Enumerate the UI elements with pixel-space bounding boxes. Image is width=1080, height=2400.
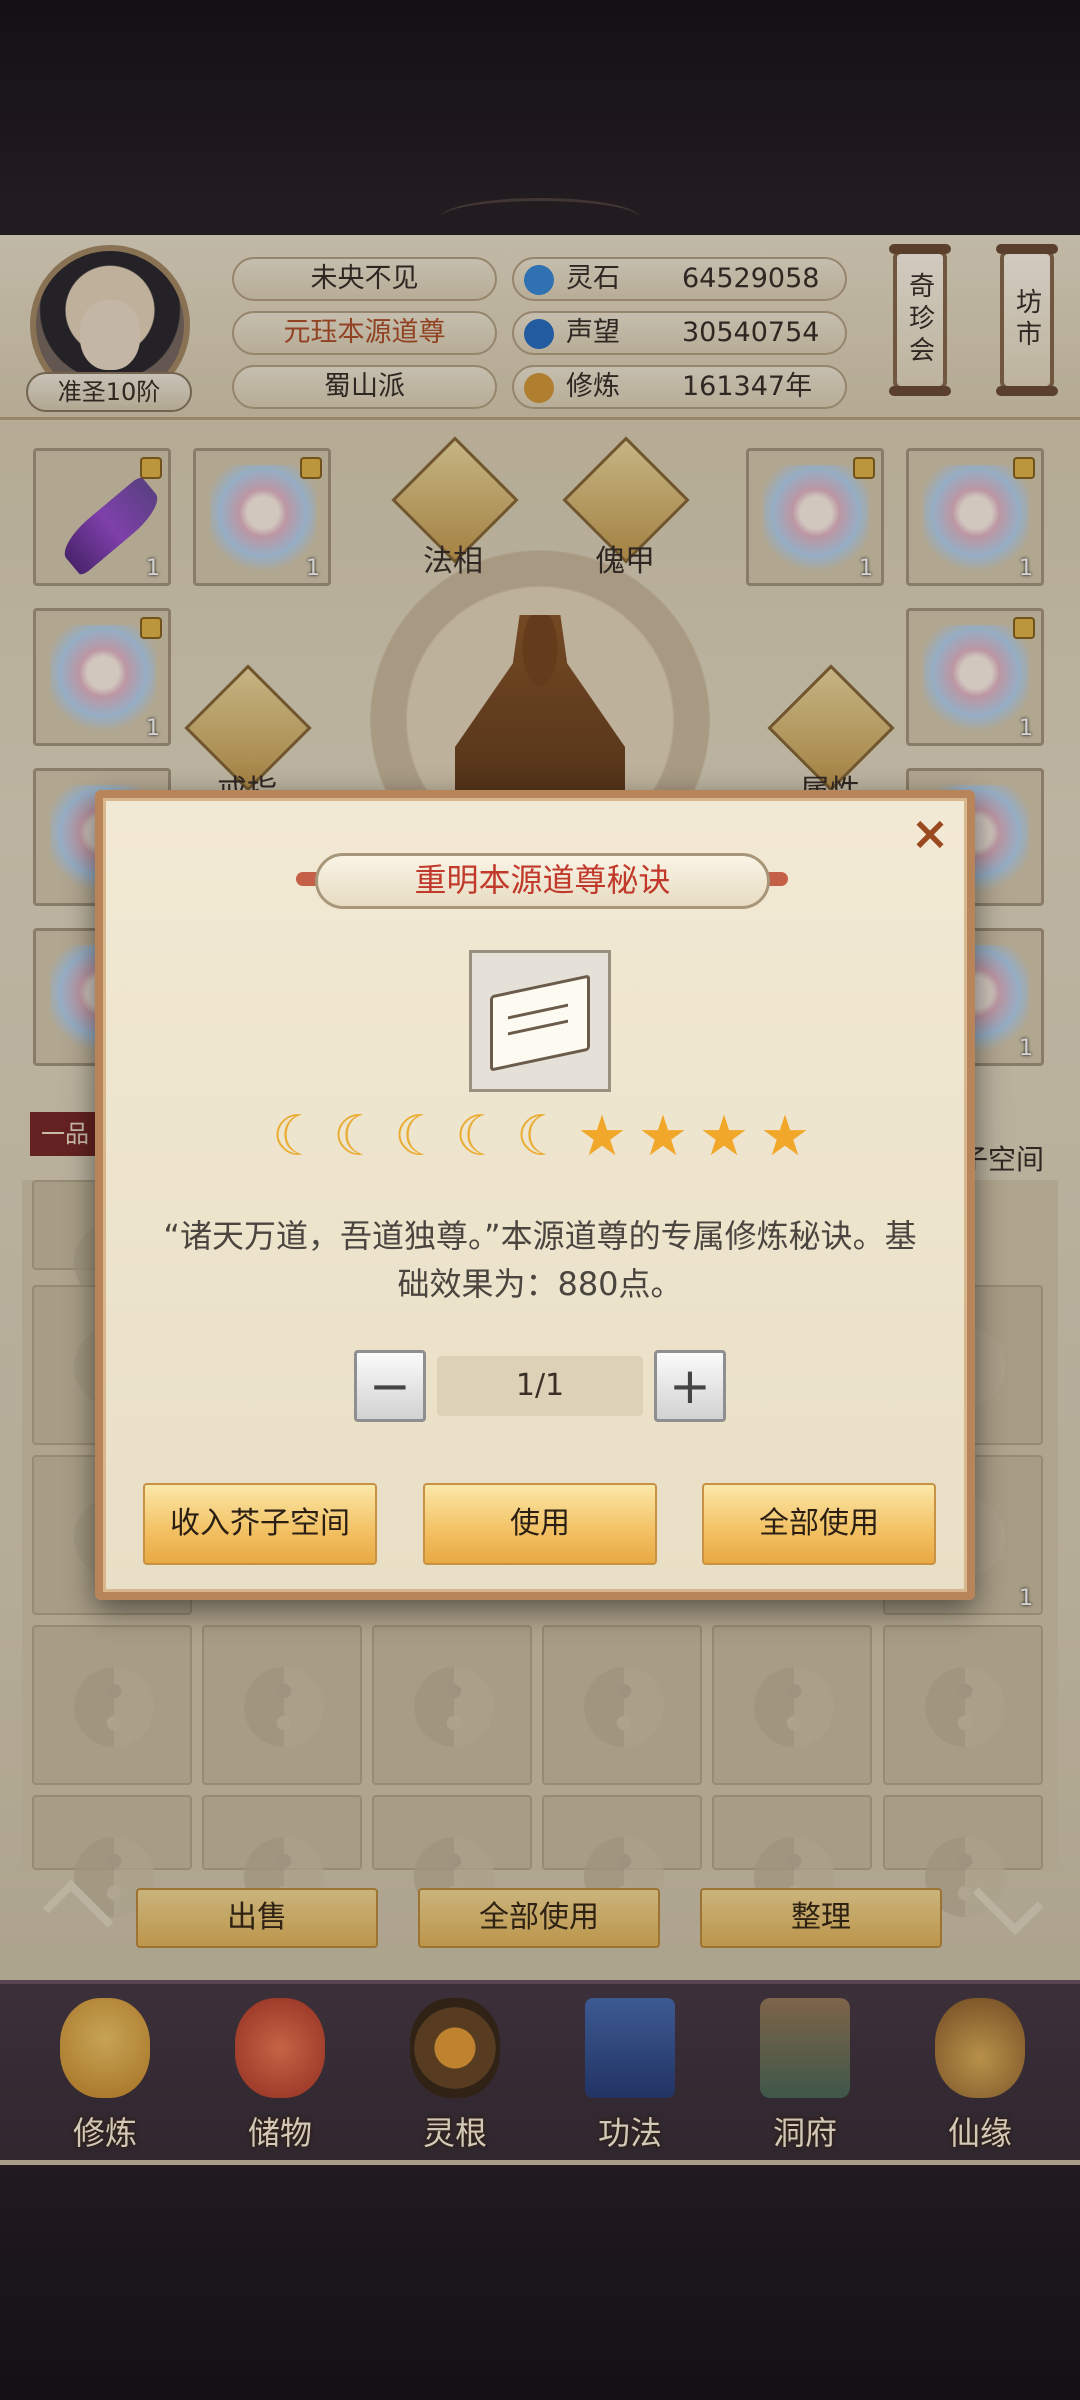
close-button[interactable]: × <box>905 808 955 858</box>
store-button[interactable]: 收入芥子空间 <box>143 1483 377 1565</box>
use-all-button[interactable]: 全部使用 <box>702 1483 936 1565</box>
moon-icon: ☾ <box>393 1104 445 1169</box>
increase-button[interactable]: + <box>654 1350 726 1422</box>
item-detail-dialog <box>95 790 975 1600</box>
star-icon: ★ <box>759 1104 811 1169</box>
moon-icon: ☾ <box>454 1104 506 1169</box>
star-icon: ★ <box>698 1104 750 1169</box>
moon-icon: ☾ <box>515 1104 567 1169</box>
dialog-title: 重明本源道尊秘诀 <box>414 861 671 899</box>
item-description: “诸天万道，吾道独尊。”本源道尊的专属修炼秘诀。基础效果为：880点。 <box>163 1217 917 1303</box>
rating-row: ☾ ☾ ☾ ☾ ☾ ★ ★ ★ ★ <box>268 1108 813 1168</box>
game-screen: { "header": { "rank_badge": "准圣10阶", "na… <box>0 0 1080 2400</box>
moon-icon: ☾ <box>271 1104 323 1169</box>
star-icon: ★ <box>576 1104 628 1169</box>
star-icon: ★ <box>637 1104 689 1169</box>
use-button[interactable]: 使用 <box>423 1483 657 1565</box>
moon-icon: ☾ <box>332 1104 384 1169</box>
decrease-button[interactable]: − <box>354 1350 426 1422</box>
quantity-field[interactable]: 1/1 <box>437 1356 643 1416</box>
